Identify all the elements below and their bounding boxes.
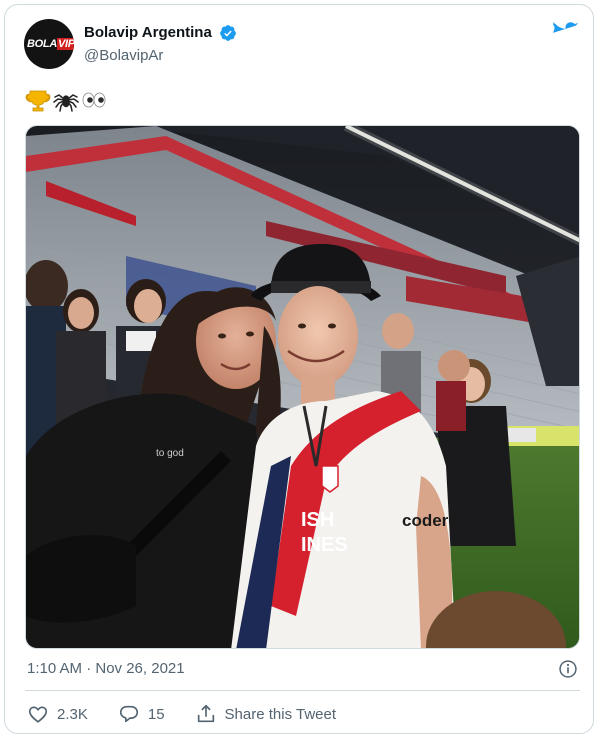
reply-bubble-icon — [119, 705, 138, 723]
bolavip-logo: BOLAVIP — [27, 38, 74, 50]
replies-count: 15 — [147, 705, 165, 723]
tweet-actions: 2.3K 15 Share this Tweet — [27, 702, 366, 726]
heart-icon — [28, 706, 48, 723]
actions-divider — [25, 690, 580, 691]
likes-count: 2.3K — [57, 705, 88, 723]
like-button[interactable]: 2.3K — [27, 703, 88, 725]
share-icon — [197, 704, 214, 723]
tweet-card: BOLAVIP Bolavip Argentina @BolavipAr to … — [4, 4, 594, 734]
share-button[interactable]: Share this Tweet — [195, 703, 336, 725]
tweet-timestamp[interactable]: 1:10 AM · Nov 26, 2021 — [27, 660, 185, 677]
tweet-text — [25, 85, 107, 115]
author-avatar[interactable]: BOLAVIP — [24, 19, 74, 69]
jersey-sponsor: codere — [402, 511, 458, 530]
jersey-chest-text-1: ISH — [301, 509, 334, 531]
spider-emoji-icon — [53, 94, 79, 112]
info-icon[interactable] — [558, 659, 578, 679]
tweet-photo[interactable]: to god codere ISH INES — [25, 125, 580, 649]
jersey-chest-text-2: INES — [301, 534, 348, 556]
trophy-emoji-icon — [25, 90, 51, 112]
share-label: Share this Tweet — [224, 705, 336, 723]
eyes-emoji-icon — [82, 92, 106, 108]
twitter-bird-icon[interactable] — [553, 22, 579, 44]
tshirt-print: to god — [156, 448, 184, 459]
reply-button[interactable]: 15 — [118, 703, 165, 725]
author-handle[interactable]: @BolavipAr — [84, 47, 163, 64]
verified-badge-icon — [220, 25, 236, 41]
author-name[interactable]: Bolavip Argentina — [84, 24, 212, 41]
